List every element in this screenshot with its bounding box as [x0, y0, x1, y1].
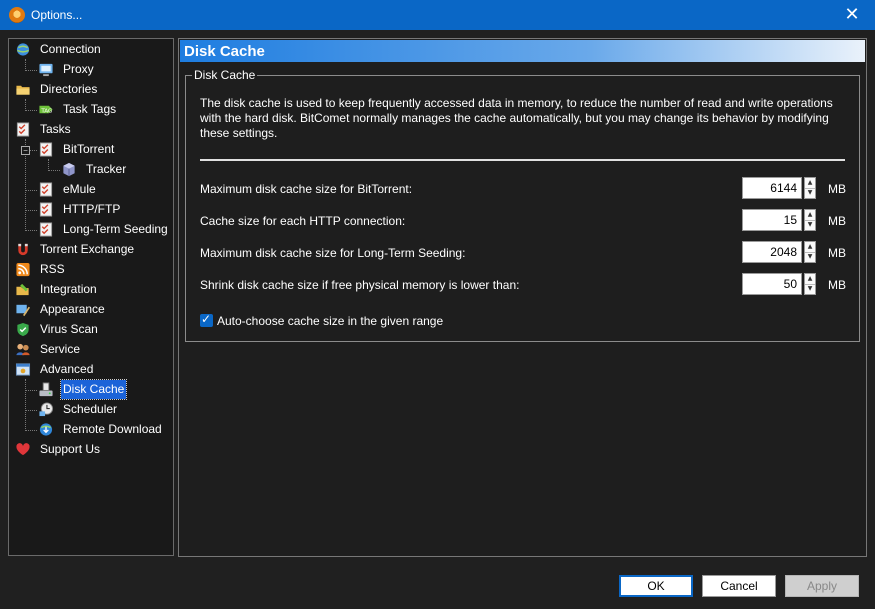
seeding-checklist-icon	[39, 222, 53, 237]
bittorrent-cache-input[interactable]: 6144	[742, 177, 802, 199]
tree-connector	[25, 390, 37, 391]
http-cache-spinner[interactable]: ▲ ▼	[804, 209, 816, 231]
seeding-cache-input[interactable]: 2048	[742, 241, 802, 263]
cancel-button[interactable]: Cancel	[702, 575, 776, 597]
connection-globe-icon	[16, 43, 30, 56]
tree-connector	[25, 410, 37, 411]
auto-choose-label[interactable]: Auto-choose cache size in the given rang…	[217, 314, 443, 328]
integration-icon	[16, 283, 29, 296]
remote-download-icon	[39, 423, 53, 436]
http-ftp-checklist-icon	[39, 202, 53, 217]
tree-connector	[25, 190, 37, 191]
shrink-threshold-input[interactable]: 50	[742, 273, 802, 295]
settings-panel: Disk Cache Disk Cache The disk cache is …	[178, 38, 867, 557]
shrink-threshold-label: Shrink disk cache size if free physical …	[200, 278, 520, 292]
service-icon	[16, 343, 30, 356]
http-cache-input[interactable]: 15	[742, 209, 802, 231]
title-bar: Options... ✕	[0, 0, 875, 30]
close-button[interactable]: ✕	[829, 0, 875, 30]
scheduler-icon	[39, 402, 54, 417]
tree-connector	[25, 379, 26, 431]
tracker-cube-icon	[63, 162, 75, 177]
tree-connector	[29, 150, 37, 151]
proxy-icon	[39, 63, 53, 77]
separator	[200, 159, 845, 161]
tag-icon: TAG	[39, 105, 53, 114]
spin-down-arrow-icon[interactable]: ▼	[805, 220, 815, 230]
collapse-bittorrent-toggle[interactable]: −	[21, 146, 30, 155]
panel-header: Disk Cache	[180, 40, 865, 62]
options-tree[interactable]: − Connection Proxy Directories TAG Task …	[8, 38, 174, 556]
rss-icon	[16, 262, 30, 277]
folder-icon	[16, 85, 30, 95]
auto-choose-checkbox[interactable]: ✓	[200, 312, 213, 327]
shrink-threshold-spinner[interactable]: ▲ ▼	[804, 273, 816, 295]
tree-connector	[25, 70, 37, 71]
unit-label: MB	[828, 278, 846, 292]
unit-label: MB	[828, 182, 846, 196]
unit-label: MB	[828, 246, 846, 260]
tree-connector	[25, 110, 37, 111]
spin-down-arrow-icon[interactable]: ▼	[805, 284, 815, 294]
ok-button[interactable]: OK	[619, 575, 693, 597]
magnet-icon	[18, 243, 28, 256]
tree-connector	[25, 230, 37, 231]
bittorrent-checklist-icon	[39, 142, 53, 157]
description-text: The disk cache is used to keep frequentl…	[200, 96, 833, 140]
disk-cache-icon	[39, 382, 53, 397]
window-title: Options...	[31, 8, 83, 22]
seeding-cache-label: Maximum disk cache size for Long-Term Se…	[200, 246, 466, 260]
groupbox-label: Disk Cache	[192, 68, 258, 82]
apply-button[interactable]: Apply	[785, 575, 859, 597]
tree-connector	[25, 210, 37, 211]
tree-connector	[48, 170, 60, 171]
tasks-checklist-icon	[16, 122, 30, 137]
heart-icon	[16, 443, 30, 456]
bitcomet-app-icon	[9, 7, 25, 23]
shield-icon	[17, 322, 29, 337]
unit-label: MB	[828, 214, 846, 228]
bittorrent-cache-spinner[interactable]: ▲ ▼	[804, 177, 816, 199]
appearance-icon	[16, 304, 31, 317]
panel-title: Disk Cache	[184, 43, 265, 60]
tree-connector	[25, 430, 37, 431]
spin-down-arrow-icon[interactable]: ▼	[805, 188, 815, 198]
http-cache-label: Cache size for each HTTP connection:	[200, 214, 406, 228]
spin-down-arrow-icon[interactable]: ▼	[805, 252, 815, 262]
checkmark-icon: ✓	[201, 312, 212, 326]
bittorrent-cache-label: Maximum disk cache size for BitTorrent:	[200, 182, 413, 196]
svg-text:TAG: TAG	[40, 108, 52, 114]
seeding-cache-spinner[interactable]: ▲ ▼	[804, 241, 816, 263]
advanced-icon	[15, 363, 31, 376]
emule-checklist-icon	[39, 182, 53, 197]
disk-cache-groupbox: Disk Cache The disk cache is used to kee…	[185, 68, 860, 342]
